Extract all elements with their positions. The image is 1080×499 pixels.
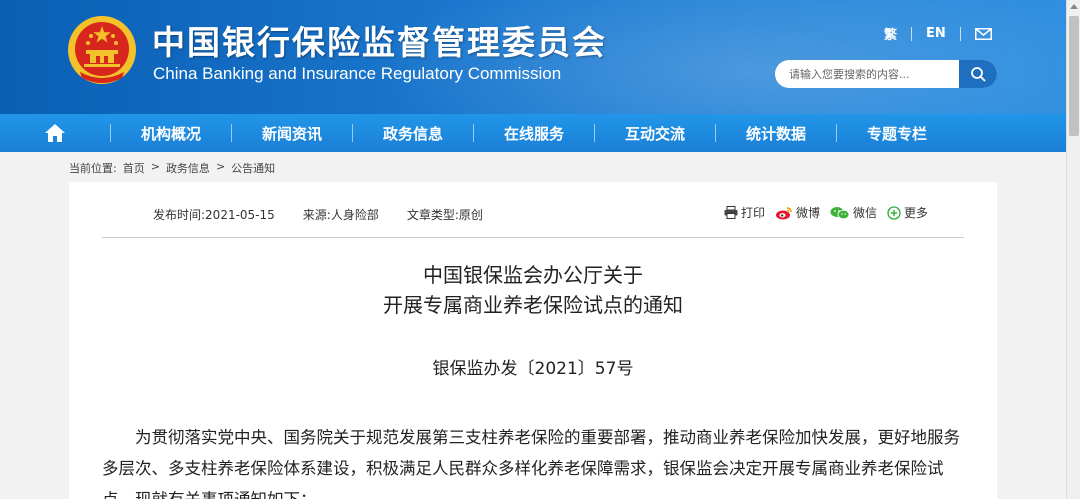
nav-item-special-topics[interactable]: 专题专栏 [837, 123, 957, 144]
site-header: 中国银行保险监督管理委员会 China Banking and Insuranc… [0, 0, 1066, 114]
home-icon [45, 124, 65, 142]
breadcrumb-separator: > [150, 160, 160, 173]
weibo-share-button[interactable]: 微博 [775, 204, 820, 221]
search-input[interactable] [775, 60, 959, 88]
document-number: 银保监办发〔2021〕57号 [432, 359, 634, 379]
main-nav: 机构概况 新闻资讯 政务信息 在线服务 互动交流 统计数据 专题专栏 [0, 114, 1066, 152]
search-button[interactable] [959, 60, 997, 88]
divider [911, 26, 913, 41]
more-label: 更多 [904, 206, 929, 220]
breadcrumb-section[interactable]: 政务信息 [166, 160, 210, 176]
breadcrumb-page[interactable]: 公告通知 [231, 160, 275, 176]
divider [959, 26, 961, 41]
article-title-line-2: 开展专属商业养老保险试点的通知 [383, 293, 683, 317]
top-links: 繁 EN [884, 24, 992, 43]
publish-date: 发布时间:2021-05-15 [153, 208, 275, 222]
print-button[interactable]: 打印 [724, 204, 765, 221]
nav-item-online-services[interactable]: 在线服务 [474, 123, 594, 144]
search-icon [971, 67, 986, 82]
meta-divider [102, 237, 964, 238]
article-paragraph: 为贯彻落实党中央、国务院关于规范发展第三支柱养老保险的重要部署，推动商业养老保险… [102, 428, 960, 499]
site-title: 中国银行保险监督管理委员会 [152, 23, 607, 62]
scrollbar-thumb[interactable] [1069, 16, 1079, 136]
breadcrumb-home[interactable]: 首页 [123, 160, 145, 176]
english-link[interactable]: EN [926, 26, 946, 41]
site-subtitle-en: China Banking and Insurance Regulatory C… [153, 64, 562, 83]
print-label: 打印 [741, 206, 766, 220]
breadcrumb-label: 当前位置: [69, 162, 117, 175]
wechat-label: 微信 [853, 206, 878, 220]
share-bar: 打印 微博 微信 更多 [724, 204, 938, 221]
nav-item-government-info[interactable]: 政务信息 [353, 123, 473, 144]
page-scrollbar[interactable] [1066, 0, 1080, 499]
nav-item-about[interactable]: 机构概况 [111, 123, 231, 144]
weibo-label: 微博 [796, 206, 821, 220]
plus-circle-icon [887, 205, 901, 220]
nav-item-news[interactable]: 新闻资讯 [232, 123, 352, 144]
more-share-button[interactable]: 更多 [887, 204, 928, 221]
nav-home[interactable] [0, 123, 110, 143]
article-meta: 发布时间:2021-05-15 来源:人身险部 文章类型:原创 [153, 206, 511, 223]
article-title: 中国银保监会办公厅关于 开展专属商业养老保险试点的通知 [69, 260, 997, 320]
article-type: 文章类型:原创 [406, 208, 483, 222]
mail-icon[interactable] [974, 27, 992, 40]
traditional-chinese-link[interactable]: 繁 [884, 24, 897, 43]
wechat-icon [830, 206, 850, 219]
nav-item-statistics[interactable]: 统计数据 [716, 123, 836, 144]
article-card: 发布时间:2021-05-15 来源:人身险部 文章类型:原创 打印 微博 微信… [69, 182, 997, 499]
breadcrumb: 当前位置: 首页 > 政务信息 > 公告通知 [69, 160, 275, 176]
article-source: 来源:人身险部 [302, 208, 379, 222]
wechat-share-button[interactable]: 微信 [830, 204, 877, 221]
national-emblem-icon [68, 16, 136, 84]
printer-icon [724, 206, 738, 219]
scroll-up-arrow-icon[interactable] [1070, 4, 1078, 9]
weibo-icon [776, 206, 792, 219]
article-title-line-1: 中国银保监会办公厅关于 [423, 263, 643, 287]
nav-item-interaction[interactable]: 互动交流 [595, 123, 715, 144]
search-box [775, 60, 997, 88]
breadcrumb-separator: > [215, 160, 226, 173]
